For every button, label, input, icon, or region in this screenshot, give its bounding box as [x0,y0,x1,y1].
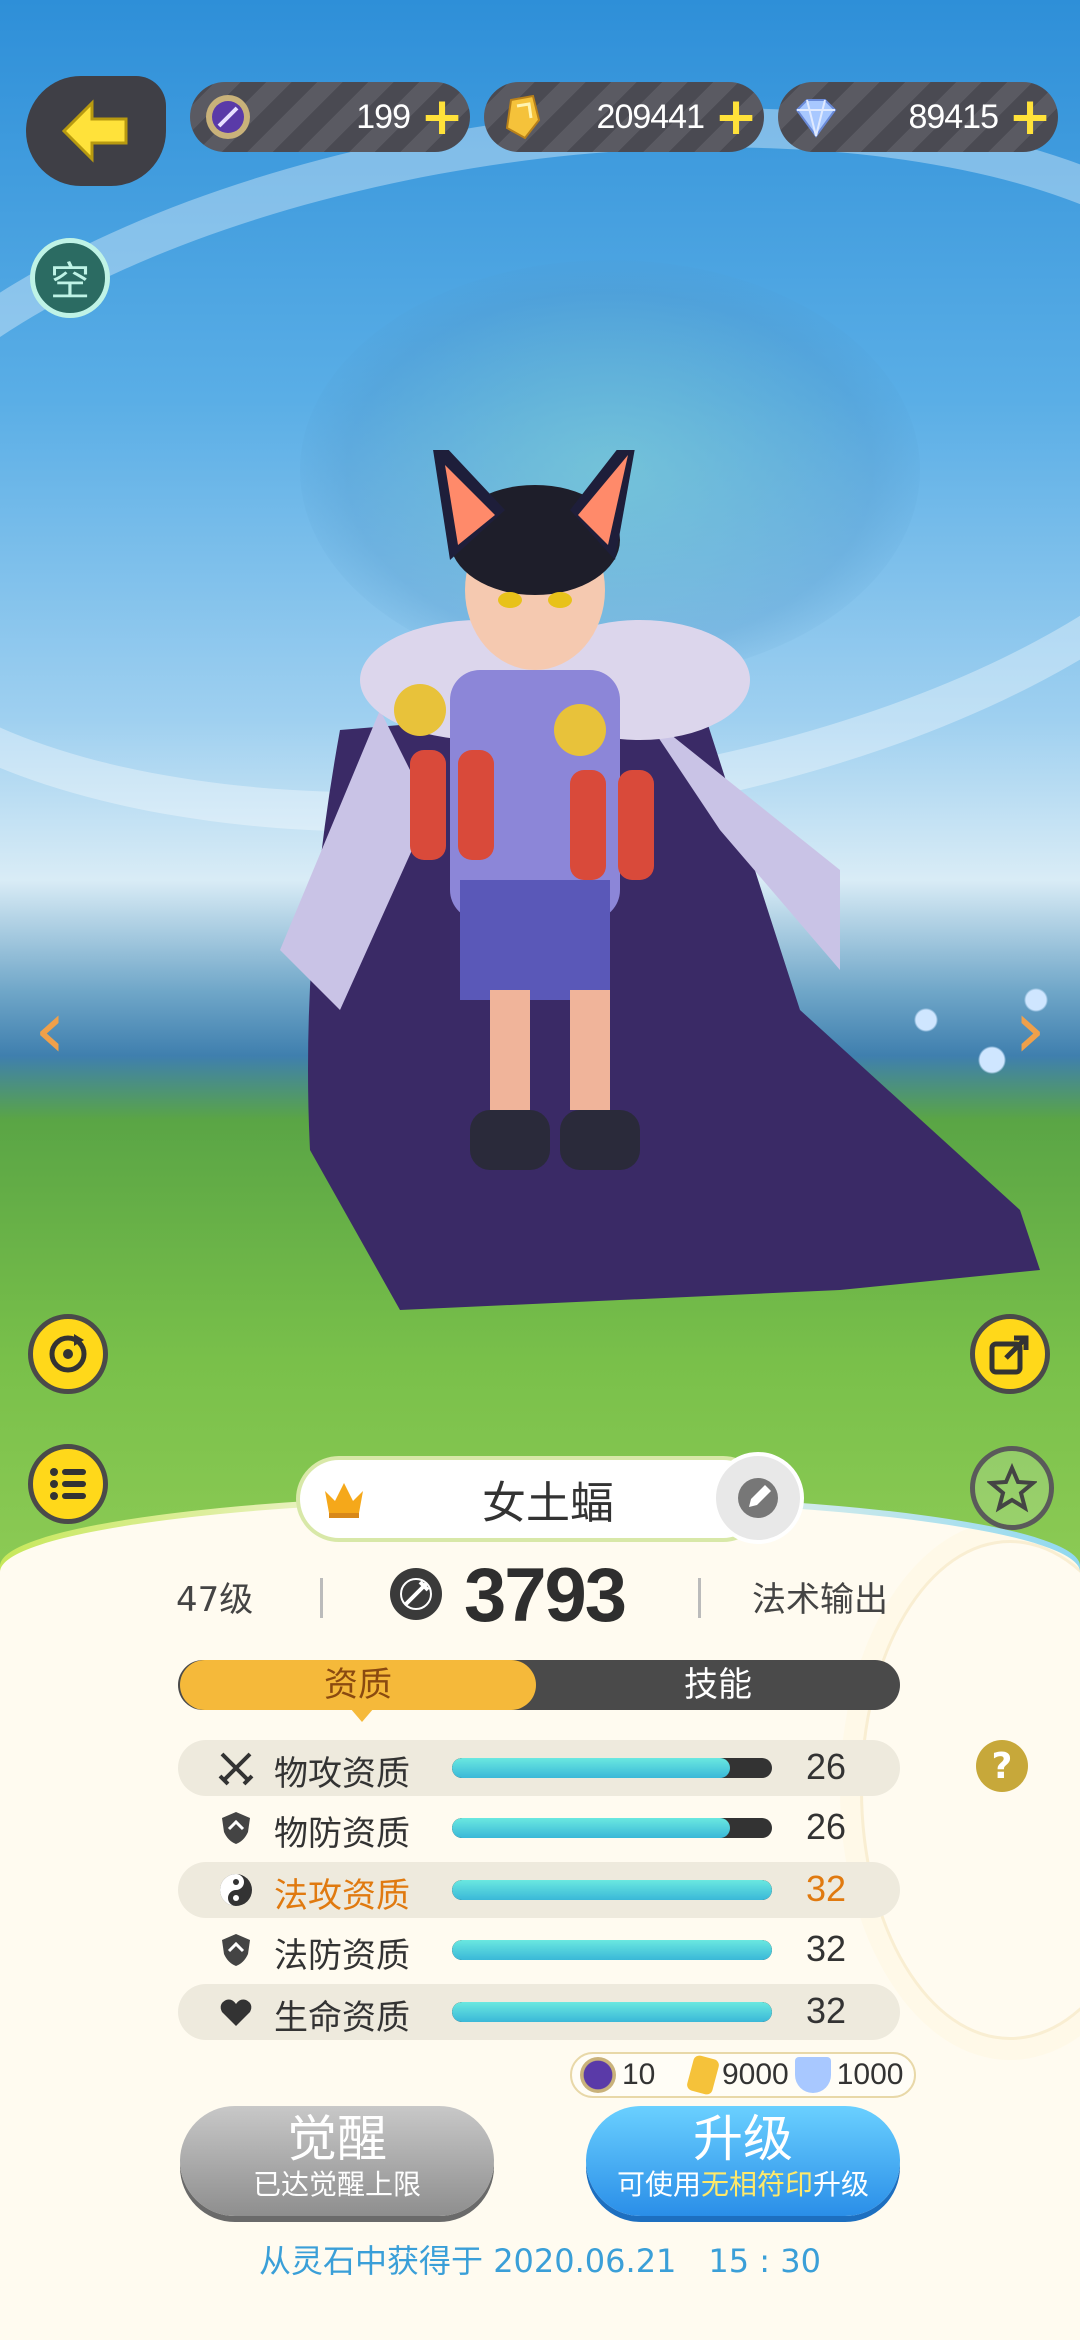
currency-spirit-orb: 199 + [190,82,470,152]
attr-label: 物攻资质 [274,1754,410,1794]
pet-stats-row: 47级 3793 法术输出 [0,1553,1080,1640]
add-diamond-button[interactable]: + [1008,87,1052,147]
share-button[interactable] [970,1314,1050,1394]
crown-icon [314,1469,374,1529]
combat-power-icon [390,1568,442,1620]
pet-name-box: 女土蝠 [296,1456,766,1542]
list-icon [50,1468,86,1500]
awaken-subtitle: 已达觉醒上限 [252,2168,421,2201]
gold-crystal-icon [685,2054,721,2096]
attr-bar-fill [452,1880,772,1900]
attr-bar [452,1758,772,1778]
attr-bar-fill [452,2002,772,2022]
info-tabs: 资质 技能 [178,1660,900,1710]
cost-diamond: 1000 [836,2058,904,2091]
upgrade-sub-suffix: 升级 [813,2168,870,2201]
upgrade-sub-item: 无相符印 [700,2168,813,2201]
divider [698,1578,701,1618]
shield-icon [222,1812,250,1844]
rotate-button[interactable] [28,1314,108,1394]
prev-pet-arrow[interactable]: ‹ [20,990,80,1070]
share-icon [989,1335,1029,1375]
help-button[interactable]: ? [976,1740,1028,1792]
add-spirit-orb-button[interactable]: + [420,87,464,147]
crossed-swords-icon [218,1752,254,1786]
gold-crystal-count: 209441 [596,97,705,136]
tab-skills[interactable]: 技能 [538,1660,898,1710]
combat-power: 3793 [464,1553,627,1638]
attr-bar-fill [452,1758,731,1778]
menu-list-button[interactable] [28,1444,108,1524]
pet-role: 法术输出 [752,1580,888,1620]
attr-bar-fill [452,1818,731,1838]
spirit-orb-icon [580,2057,616,2093]
attr-value: 26 [806,1746,847,1787]
arrow-left-icon [61,99,128,163]
attr-row-magic-attack: 法攻资质 32 [178,1862,900,1918]
upgrade-subtitle: 可使用无相符印升级 [586,2168,900,2202]
pet-character-model[interactable] [280,450,1060,1310]
spirit-orb-icon [198,87,258,147]
favorite-button[interactable] [970,1446,1054,1530]
shield-icon [222,1934,250,1966]
upgrade-title: 升级 [693,2110,793,2168]
divider [320,1578,323,1618]
attr-label: 法防资质 [274,1936,410,1976]
gold-crystal-icon [492,87,552,147]
attr-value: 32 [806,1868,847,1909]
spirit-orb-count: 199 [356,97,411,136]
attr-label: 物防资质 [274,1814,410,1854]
rotate-icon [49,1334,87,1373]
pet-name: 女土蝠 [482,1478,614,1529]
awaken-title: 觉醒 [287,2110,387,2168]
upgrade-sub-prefix: 可使用 [616,2168,701,2201]
diamond-count: 89415 [908,97,999,136]
pet-level: 47级 [176,1580,254,1620]
yin-yang-icon [220,1874,252,1906]
currency-gold-crystal: 209441 + [484,82,764,152]
upgrade-button[interactable]: 升级 可使用无相符印升级 [586,2106,900,2216]
attr-row-health: 生命资质 32 [178,1984,900,2040]
attr-value: 32 [806,1928,847,1969]
tab-aptitude[interactable]: 资质 [180,1660,536,1710]
diamond-icon [786,87,846,147]
tab-pointer [350,1708,374,1722]
rename-button[interactable] [712,1452,804,1544]
attr-row-physical-defense: 物防资质 26 [178,1800,900,1856]
attr-value: 26 [806,1806,847,1847]
attr-bar [452,2002,772,2022]
attr-bar [452,1880,772,1900]
back-button[interactable] [26,76,166,186]
next-pet-arrow[interactable]: › [1000,990,1060,1070]
heart-icon [220,1999,252,2026]
upgrade-cost: 10 9000 1000 [570,2052,916,2098]
empty-slot-button[interactable]: 空 [30,238,110,318]
attr-row-physical-attack: 物攻资质 26 [178,1740,900,1796]
attr-row-magic-defense: 法防资质 32 [178,1922,900,1978]
add-gold-crystal-button[interactable]: + [714,87,758,147]
cost-gold: 9000 [722,2058,789,2091]
attr-label: 生命资质 [274,1998,410,2038]
cost-orb: 10 [622,2058,656,2091]
star-icon [987,1463,1037,1513]
pencil-icon [738,1478,778,1518]
attr-label: 法攻资质 [274,1876,410,1916]
currency-diamond: 89415 + [778,82,1058,152]
awaken-button[interactable]: 觉醒 已达觉醒上限 [180,2106,494,2216]
attr-bar [452,1940,772,1960]
obtained-info: 从灵石中获得于 2020.06.21 15 : 30 [259,2242,821,2280]
attr-value: 32 [806,1990,847,2031]
attr-bar-fill [452,1940,772,1960]
attr-bar [452,1818,772,1838]
diamond-icon [794,2057,831,2093]
scene-background [0,0,1080,1600]
